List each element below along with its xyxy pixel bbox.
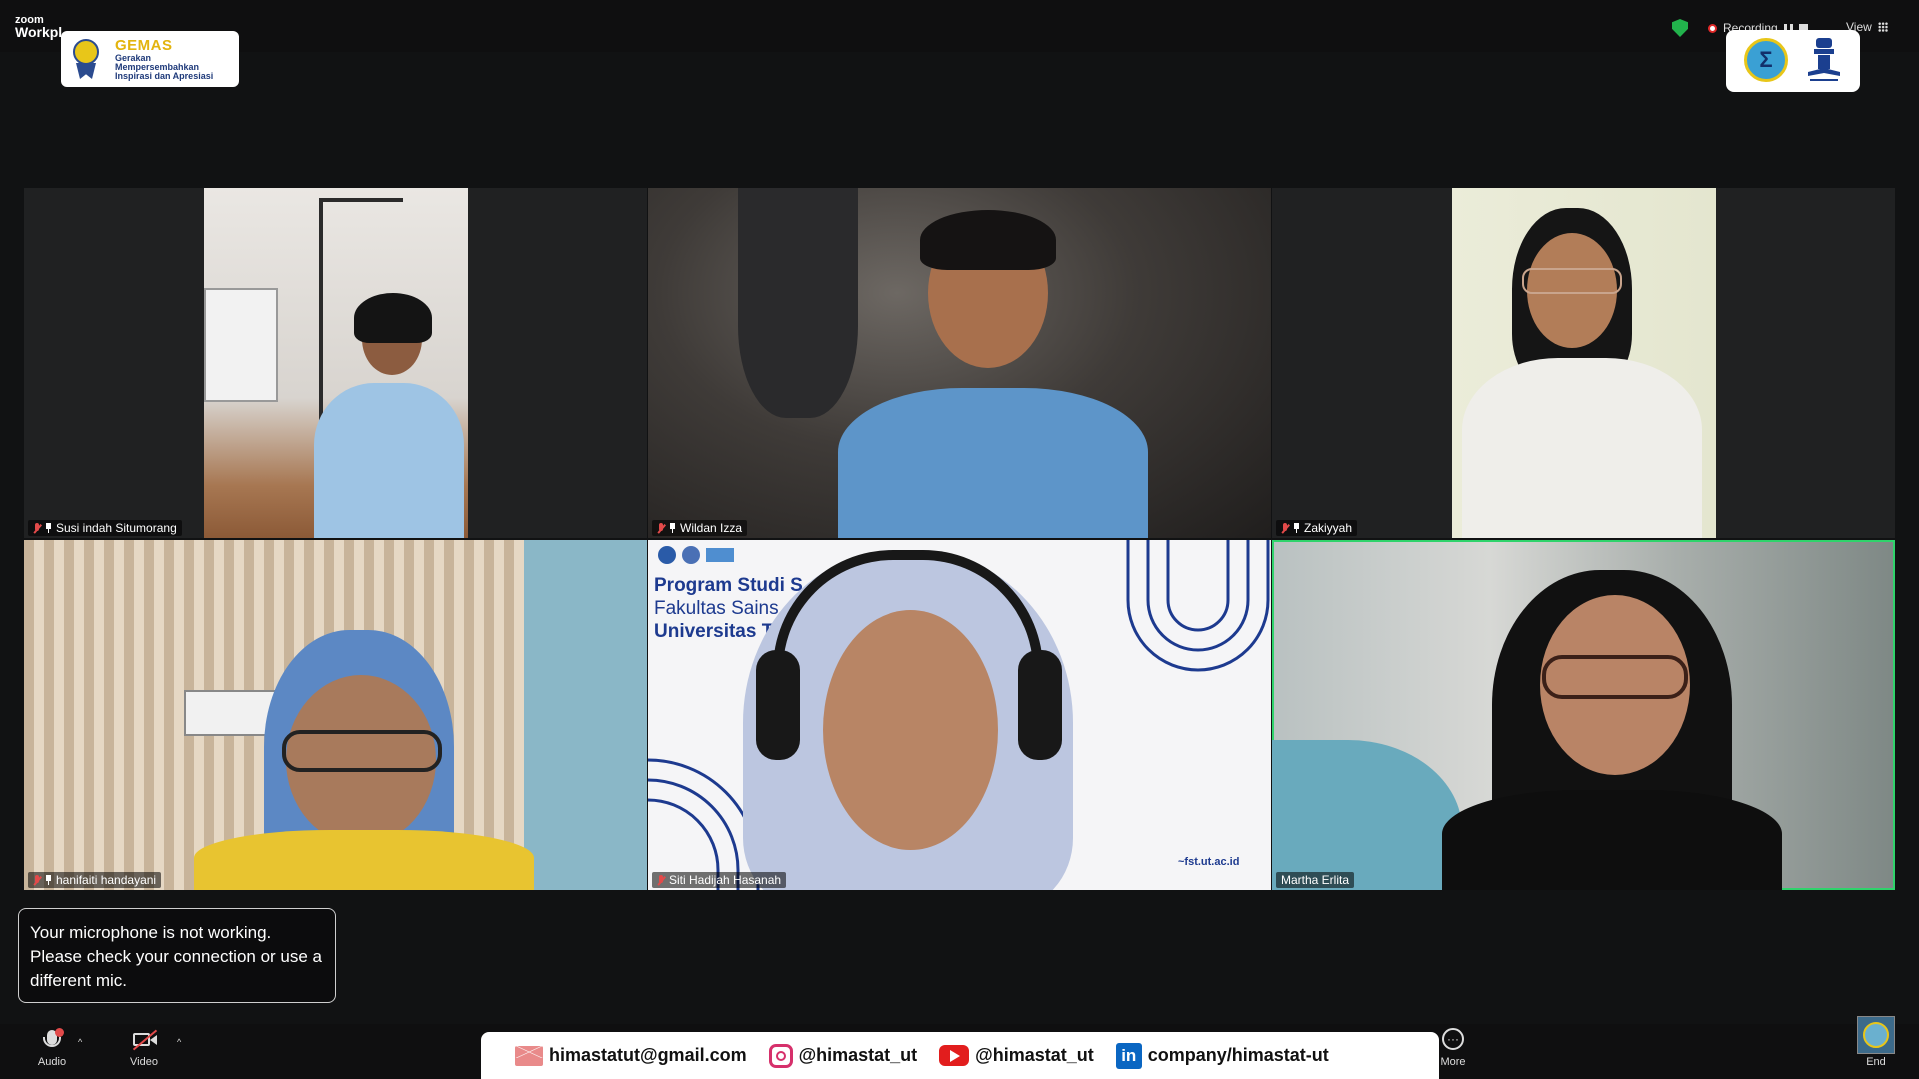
- statistics-sigma-logo: Σ: [1744, 38, 1788, 82]
- background-object: [1272, 740, 1462, 890]
- email-text: himastatut@gmail.com: [549, 1045, 747, 1065]
- recording-dot-icon: [1708, 23, 1717, 33]
- participant-name-tag: Martha Erlita: [1276, 872, 1355, 888]
- university-logos: Σ: [1726, 30, 1860, 92]
- linkedin-icon: in: [1115, 1042, 1142, 1069]
- instagram-text: @himastat_ut: [798, 1045, 918, 1065]
- pin-icon: [1293, 523, 1300, 533]
- participant-name-tag: Zakiyyah: [1276, 520, 1358, 536]
- whiteboard: [204, 288, 278, 402]
- grid-view-icon: [1877, 22, 1888, 32]
- more-button[interactable]: ··· More: [1436, 1028, 1470, 1068]
- mic-muted-icon: [33, 522, 41, 534]
- participant-name: Siti Hadijah Hasanah: [669, 873, 782, 887]
- pin-icon: [45, 523, 52, 533]
- security-shield-icon[interactable]: [1672, 19, 1688, 37]
- glasses: [1542, 655, 1688, 699]
- youtube-text: @himastat_ut: [975, 1045, 1094, 1065]
- email-icon: [515, 1045, 543, 1066]
- person-body: [314, 383, 464, 538]
- person-hair: [920, 210, 1056, 270]
- person-body: [838, 388, 1148, 538]
- workplace-logo-text: Workpl: [15, 24, 63, 40]
- more-label: More: [1440, 1056, 1466, 1068]
- pin-icon: [45, 875, 52, 885]
- headphone-right: [1018, 650, 1062, 760]
- email-contact: himastatut@gmail.com: [515, 1045, 747, 1066]
- glasses: [282, 730, 442, 772]
- video-label: Video: [130, 1056, 158, 1068]
- participant-name-tag: Siti Hadijah Hasanah: [652, 872, 787, 888]
- video-tile-wildan[interactable]: Wildan Izza: [648, 188, 1271, 538]
- linkedin-text: company/himastat-ut: [1147, 1045, 1329, 1065]
- linkedin-contact: in company/himastat-ut: [1115, 1042, 1329, 1069]
- video-tile-susi[interactable]: Susi indah Situmorang: [24, 188, 647, 538]
- medal-icon: [73, 39, 99, 65]
- headphone-left: [756, 650, 800, 760]
- video-tile-martha[interactable]: Martha Erlita: [1272, 540, 1895, 890]
- gemas-logo-banner: GEMAS Gerakan Mempersembahkan Inspirasi …: [61, 31, 239, 87]
- social-media-banner: himastatut@gmail.com @himastat_ut @himas…: [481, 1032, 1439, 1079]
- participant-name: hanifaiti handayani: [56, 873, 157, 887]
- instagram-contact: @himastat_ut: [768, 1043, 918, 1068]
- microphone-icon: [38, 1028, 66, 1052]
- gemas-subtitle: Gerakan Mempersembahkan Inspirasi dan Ap…: [115, 53, 214, 81]
- person-body: [194, 830, 534, 890]
- mic-muted-icon: [1281, 522, 1289, 534]
- video-tile-hanifaiti[interactable]: hanifaiti handayani: [24, 540, 647, 890]
- person-body: [1462, 358, 1702, 538]
- glasses: [1522, 268, 1622, 294]
- person-head: [823, 610, 998, 850]
- person-hair: [354, 293, 432, 343]
- video-tile-siti[interactable]: Program Studi S Fakultas Sains Universit…: [648, 540, 1271, 890]
- background-clothing: [738, 188, 858, 418]
- microphone-warning-toast: Your microphone is not working. Please c…: [18, 908, 336, 1003]
- microphone-warning-text: Your microphone is not working. Please c…: [30, 923, 323, 990]
- more-options-icon: ···: [1439, 1028, 1467, 1052]
- end-meeting-avatar-icon: [1857, 1016, 1895, 1054]
- audio-button[interactable]: Audio: [34, 1028, 70, 1068]
- zoom-logo: zoom Workpl: [15, 14, 63, 40]
- video-button[interactable]: Video: [126, 1028, 162, 1068]
- audio-label: Audio: [37, 1056, 67, 1068]
- end-button[interactable]: End: [1856, 1016, 1896, 1068]
- universitas-terbuka-logo: [1808, 38, 1840, 81]
- participant-name-tag: Susi indah Situmorang: [28, 520, 182, 536]
- audio-options-caret-icon[interactable]: ^: [78, 1037, 82, 1047]
- youtube-icon: [939, 1045, 970, 1066]
- background-wall: [524, 540, 647, 890]
- video-off-icon: [130, 1028, 158, 1052]
- video-feed: [204, 188, 468, 538]
- ribbon-icon: [76, 63, 96, 79]
- end-label: End: [1866, 1056, 1886, 1068]
- mic-muted-icon: [657, 874, 665, 886]
- mic-muted-icon: [657, 522, 665, 534]
- instagram-icon: [768, 1043, 793, 1068]
- participant-name: Martha Erlita: [1281, 873, 1350, 887]
- participant-name-tag: hanifaiti handayani: [28, 872, 162, 888]
- pin-icon: [669, 523, 676, 533]
- youtube-contact: @himastat_ut: [939, 1045, 1094, 1066]
- participant-name: Zakiyyah: [1304, 521, 1353, 535]
- participant-name-tag: Wildan Izza: [652, 520, 748, 536]
- video-tile-zakiyyah[interactable]: Zakiyyah: [1272, 188, 1895, 538]
- participant-name: Susi indah Situmorang: [56, 521, 177, 535]
- participant-name: Wildan Izza: [680, 521, 743, 535]
- video-feed: [1452, 188, 1716, 538]
- person-body: [1442, 790, 1782, 890]
- slide-logos: [658, 546, 748, 564]
- top-bar: [0, 0, 1919, 52]
- video-options-caret-icon[interactable]: ^: [177, 1037, 181, 1047]
- mic-muted-icon: [33, 874, 41, 886]
- slide-url: ~fst.ut.ac.id: [1178, 856, 1240, 868]
- gemas-title: GEMAS: [115, 37, 173, 54]
- slide-line-1: Program Studi S: [654, 575, 803, 596]
- slide-arc-decoration: [1126, 540, 1270, 672]
